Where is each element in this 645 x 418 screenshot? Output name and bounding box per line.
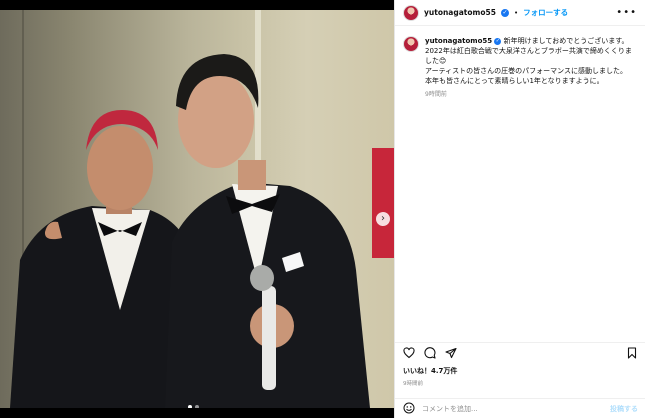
caption-verified-badge-icon: ✓ xyxy=(494,38,502,45)
caption-line-3: アーティストの皆さんの圧巻のパフォーマンスに感動しました。 xyxy=(425,67,628,75)
verified-badge-icon: ✓ xyxy=(500,8,509,17)
heart-icon[interactable] xyxy=(403,346,415,359)
caption-username[interactable]: yutonagatomo55 xyxy=(425,37,492,45)
post-comment-button[interactable]: 投稿する xyxy=(610,404,638,414)
more-icon[interactable]: ••• xyxy=(616,7,637,18)
comment-input[interactable] xyxy=(422,404,592,413)
caption-avatar[interactable] xyxy=(403,36,419,52)
avatar[interactable] xyxy=(403,4,419,21)
photo-people-illustration xyxy=(10,54,370,408)
caption-time: 9時間前 xyxy=(425,91,447,98)
emoji-icon[interactable] xyxy=(403,399,415,418)
comment-icon[interactable] xyxy=(424,346,436,359)
carousel-dot[interactable] xyxy=(188,405,192,408)
red-banner xyxy=(372,148,394,258)
share-icon[interactable] xyxy=(445,347,457,359)
comment-bar: 投稿する xyxy=(395,398,645,418)
caption-line-1: 新年明けましておめでとうございます。 xyxy=(503,37,629,45)
caption-line-4: 本年も皆さんにとって素晴らしい1年となりますように。 xyxy=(425,77,604,85)
carousel-dots xyxy=(188,405,199,408)
follow-button[interactable]: フォローする xyxy=(523,7,568,18)
carousel-next-icon[interactable]: › xyxy=(376,212,390,226)
caption-text: yutonagatomo55 ✓ 新年明けましておめでとうございます。 2022… xyxy=(425,36,637,100)
bookmark-icon[interactable] xyxy=(626,346,638,359)
caption-section: yutonagatomo55 ✓ 新年明けましておめでとうございます。 2022… xyxy=(395,26,645,100)
post-header: yutonagatomo55 ✓ • フォローする ••• xyxy=(395,0,645,26)
header-separator: • xyxy=(513,8,519,17)
post-photo[interactable]: › xyxy=(0,10,394,408)
header-username[interactable]: yutonagatomo55 xyxy=(424,8,496,17)
post-side-panel: yutonagatomo55 ✓ • フォローする ••• yutonagato… xyxy=(394,0,645,418)
caption-line-2: 2022年は紅白歌合戦で大泉洋さんとブラボー共演で締めくくりました😊 xyxy=(425,47,632,65)
post-timestamp: 9時間前 xyxy=(403,381,423,387)
like-count[interactable]: いいね！4.7万件 xyxy=(403,366,457,376)
carousel-dot[interactable] xyxy=(195,405,199,408)
action-bar xyxy=(395,342,645,362)
